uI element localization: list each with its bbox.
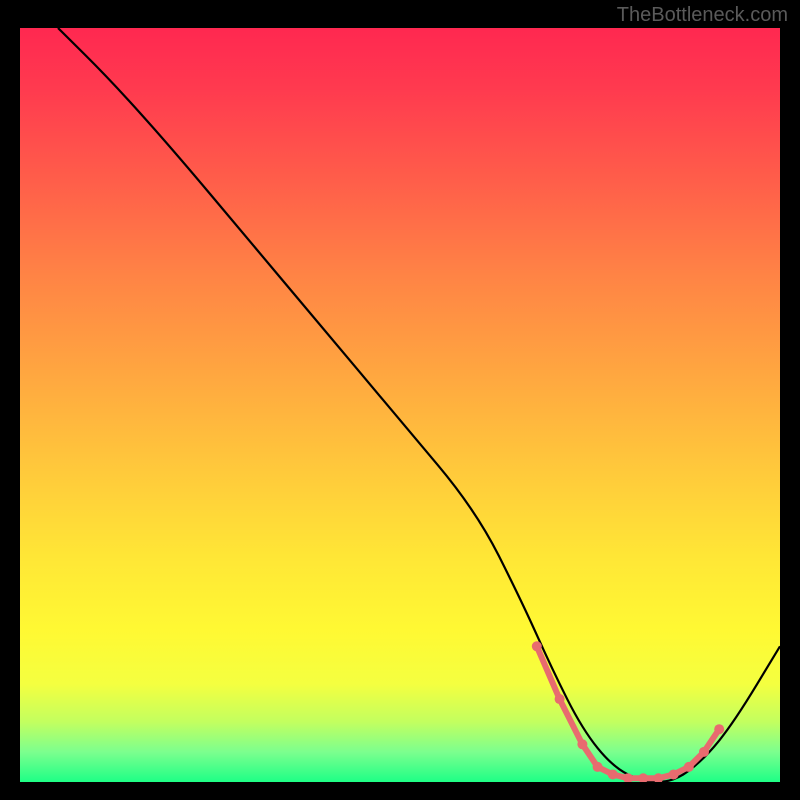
chart-svg <box>20 28 780 782</box>
optimal-zone-markers <box>532 641 724 782</box>
bottleneck-curve-line <box>58 28 780 782</box>
plot-area <box>20 28 780 782</box>
watermark-text: TheBottleneck.com <box>617 4 788 27</box>
